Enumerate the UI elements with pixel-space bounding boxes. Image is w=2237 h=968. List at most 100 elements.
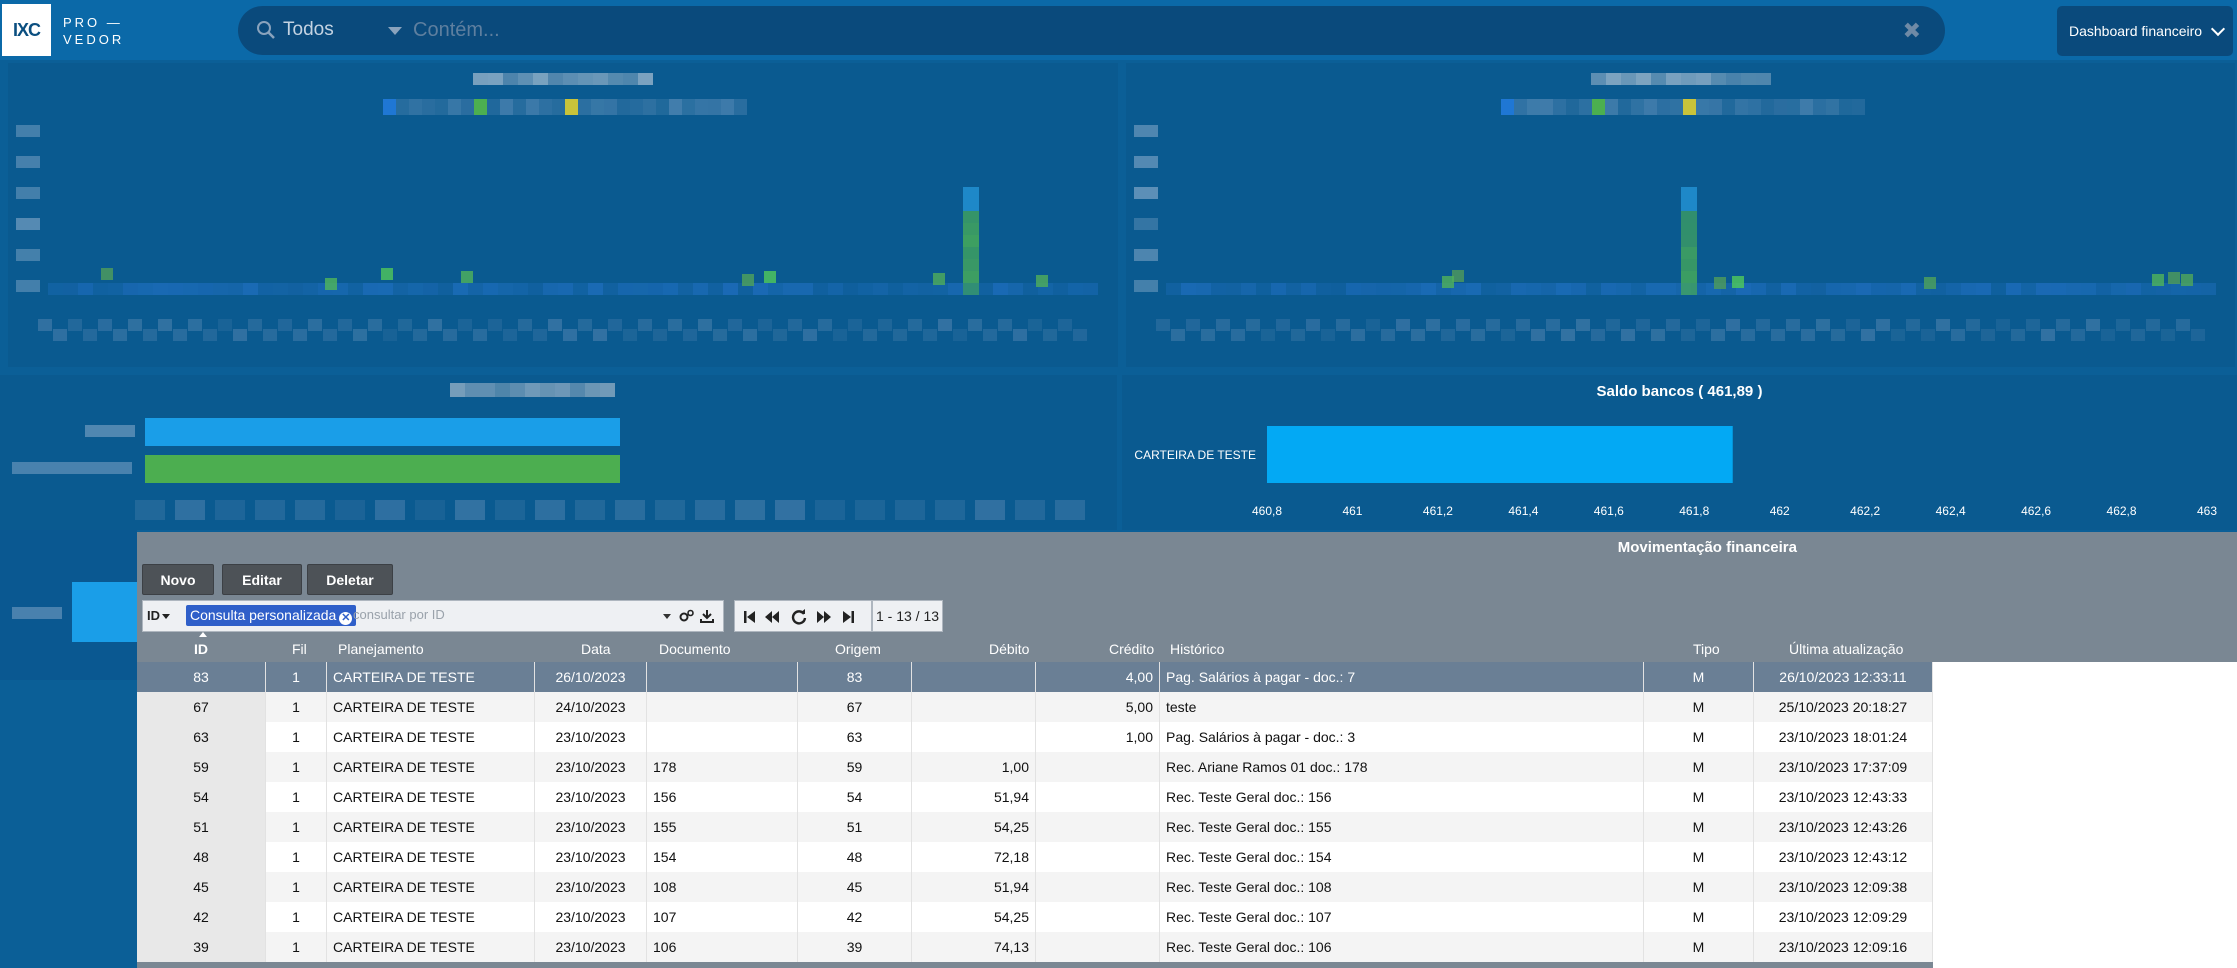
redacted-pixel	[1631, 283, 1646, 295]
delete-button[interactable]: Deletar	[307, 564, 393, 595]
ixc-logo[interactable]: IXC	[2, 4, 51, 56]
table-row[interactable]: 48 1 CARTEIRA DE TESTE 23/10/2023 154 48 72,18…	[137, 842, 1933, 872]
redacted-pixel	[513, 99, 526, 115]
refresh-icon[interactable]	[790, 608, 808, 626]
table-row[interactable]: 59 1 CARTEIRA DE TESTE 23/10/2023 178 59 1,00 R…	[137, 752, 1933, 782]
redacted-pixel	[1561, 329, 1575, 341]
column-header-fil[interactable]: Fil	[292, 635, 307, 662]
redacted-pixel	[415, 500, 445, 520]
new-button[interactable]: Novo	[142, 564, 214, 595]
redacted-pixel	[2026, 319, 2040, 331]
cell-doc: 107	[647, 902, 798, 932]
redacted-pixel	[1771, 329, 1785, 341]
redacted-pixel	[721, 99, 734, 115]
redacted-pixel	[474, 99, 487, 115]
redacted-pixel	[1681, 271, 1697, 283]
redacted-pixel	[263, 329, 277, 341]
column-header-id[interactable]: ID	[194, 632, 226, 662]
table-row[interactable]: 39 1 CARTEIRA DE TESTE 23/10/2023 106 39 74,13…	[137, 932, 1933, 962]
cell-data: 23/10/2023	[535, 932, 647, 962]
cell-hist: Rec. Teste Geral doc.: 107	[1160, 902, 1644, 932]
redacted-pixel	[1396, 319, 1410, 331]
close-icon[interactable]: ✖	[1903, 18, 1921, 44]
table-row[interactable]: 67 1 CARTEIRA DE TESTE 24/10/2023 67 5,00 test…	[137, 692, 1933, 722]
search-scope-select[interactable]: Todos	[283, 19, 334, 41]
table-row[interactable]: 45 1 CARTEIRA DE TESTE 23/10/2023 108 45 51,94…	[137, 872, 1933, 902]
table-row[interactable]: 63 1 CARTEIRA DE TESTE 23/10/2023 63 1,00 Pag.…	[137, 722, 1933, 752]
filter-search-input[interactable]	[353, 607, 633, 622]
redacted-pixel	[143, 329, 157, 341]
redacted-pixel	[525, 383, 540, 397]
redacted-pixel	[423, 283, 438, 295]
cell-id: 39	[137, 932, 266, 962]
redacted-pixel	[1695, 73, 1711, 85]
redacted-pixel	[218, 319, 232, 331]
redacted-pixel	[783, 283, 798, 295]
redacted-pixel	[600, 383, 615, 397]
redacted-pixel	[993, 283, 1008, 295]
redacted-pixel	[500, 99, 513, 115]
table-row[interactable]: 54 1 CARTEIRA DE TESTE 23/10/2023 156 54 51,94…	[137, 782, 1933, 812]
cell-plan: CARTEIRA DE TESTE	[327, 872, 535, 902]
redacted-pixel	[593, 329, 607, 341]
filter-dropdown-icon[interactable]	[663, 614, 671, 619]
custom-query-chip[interactable]: Consulta personalizada ✕	[186, 605, 357, 626]
redacted-pixel	[16, 156, 40, 168]
edit-button[interactable]: Editar	[222, 564, 302, 595]
redacted-pixel	[453, 283, 468, 295]
last-page-icon[interactable]	[839, 608, 857, 626]
column-header-credito[interactable]: Crédito	[1109, 635, 1154, 662]
redacted-pixel	[1366, 319, 1380, 331]
redacted-pixel	[1336, 319, 1350, 331]
redacted-pixel	[48, 283, 63, 295]
redacted-pixel	[1681, 223, 1697, 235]
cell-doc: 178	[647, 752, 798, 782]
column-header-ultima-atualizacao[interactable]: Última atualização	[1789, 635, 1903, 662]
redacted-pixel	[258, 283, 273, 295]
bar-0[interactable]	[1267, 426, 1733, 483]
column-header-planejamento[interactable]: Planejamento	[338, 635, 424, 662]
redacted-pixel	[643, 99, 656, 115]
redacted-pixel	[963, 187, 979, 199]
redacted-pixel	[348, 283, 363, 295]
redacted-pixel	[1231, 329, 1245, 341]
filter-field-select[interactable]: ID	[147, 608, 170, 623]
table-row[interactable]: 83 1 CARTEIRA DE TESTE 26/10/2023 83 4,00 Pag.…	[137, 662, 1933, 692]
redacted-pixel	[858, 283, 873, 295]
search-input[interactable]	[413, 15, 1813, 45]
redacted-pixel	[53, 329, 67, 341]
redacted-pixel	[888, 283, 903, 295]
column-header-debito[interactable]: Débito	[989, 635, 1029, 662]
redacted-pixel	[963, 235, 979, 247]
redacted-pixel	[2036, 283, 2051, 295]
redacted-pixel	[1134, 187, 1158, 199]
redacted-pixel	[998, 319, 1012, 331]
next-page-icon[interactable]	[815, 608, 833, 626]
caret-down-icon[interactable]	[388, 27, 402, 35]
redacted-pixel	[2006, 283, 2021, 295]
cell-doc	[647, 692, 798, 722]
redacted-pixel	[1681, 283, 1697, 295]
redacted-pixel	[228, 283, 243, 295]
column-header-origem[interactable]: Origem	[835, 635, 881, 662]
dashboard-select[interactable]: Dashboard financeiro	[2057, 6, 2233, 56]
remove-chip-icon[interactable]: ✕	[339, 612, 353, 625]
column-header-tipo[interactable]: Tipo	[1693, 635, 1720, 662]
redacted-pixel	[978, 283, 993, 295]
x-tick-label: 461,2	[1423, 504, 1453, 518]
advanced-filter-icon[interactable]	[679, 608, 695, 624]
brand-line-2: VEDOR	[63, 32, 125, 47]
column-header-data[interactable]: Data	[581, 635, 611, 662]
redacted-pixel	[963, 199, 979, 211]
redacted-pixel	[728, 319, 742, 331]
first-page-icon[interactable]	[741, 608, 759, 626]
download-icon[interactable]	[699, 608, 715, 624]
previous-page-icon[interactable]	[763, 608, 781, 626]
table-row[interactable]: 42 1 CARTEIRA DE TESTE 23/10/2023 107 42 54,25…	[137, 902, 1933, 932]
redacted-pixel	[758, 319, 772, 331]
cell-fil: 1	[266, 812, 327, 842]
table-row[interactable]: 51 1 CARTEIRA DE TESTE 23/10/2023 155 51 54,25…	[137, 812, 1933, 842]
redacted-pixel	[608, 73, 623, 85]
column-header-historico[interactable]: Histórico	[1170, 635, 1224, 662]
column-header-documento[interactable]: Documento	[659, 635, 731, 662]
